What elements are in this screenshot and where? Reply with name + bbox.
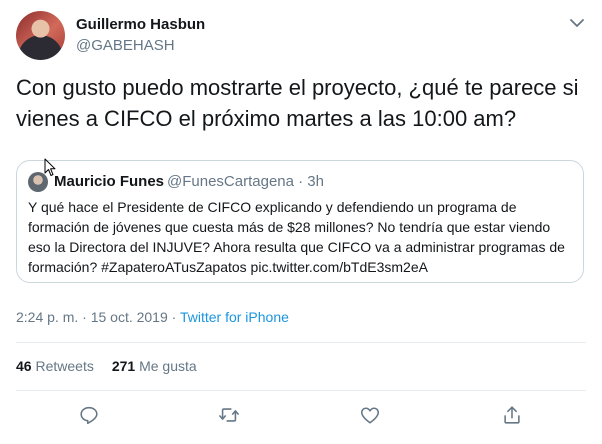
tweet-meta: 2:24 p. m. · 15 oct. 2019 · Twitter for …: [16, 309, 289, 325]
quoted-author-handle: @FunesCartagena · 3h: [167, 173, 324, 190]
tweet-card: Guillermo Hasbun @GABEHASH Con gusto pue…: [0, 0, 602, 444]
source-link[interactable]: Twitter for iPhone: [180, 309, 289, 325]
quoted-author-name: Mauricio Funes: [54, 173, 165, 190]
divider: [16, 390, 586, 391]
divider: [16, 342, 586, 343]
retweets-count: 46: [16, 358, 32, 374]
share-icon: [504, 406, 520, 424]
likes-label: Me gusta: [139, 358, 197, 374]
author-name[interactable]: Guillermo Hasbun: [76, 16, 205, 33]
quoted-tweet-text: Y qué hace el Presidente de CIFCO explic…: [28, 199, 565, 275]
chevron-down-icon[interactable]: [568, 14, 586, 32]
avatar[interactable]: [16, 11, 65, 60]
reply-button[interactable]: [78, 404, 102, 428]
retweets-stat[interactable]: 46 Retweets: [16, 358, 94, 374]
heart-icon: [360, 407, 380, 424]
like-button[interactable]: [359, 404, 383, 428]
retweet-button[interactable]: [218, 404, 242, 428]
quoted-tweet[interactable]: Mauricio Funes @FunesCartagena · 3h Y qu…: [16, 160, 584, 283]
likes-stat[interactable]: 271 Me gusta: [112, 358, 197, 374]
reply-icon: [80, 406, 98, 425]
timestamp[interactable]: 2:24 p. m. · 15 oct. 2019 ·: [16, 309, 180, 325]
author-handle[interactable]: @GABEHASH: [76, 37, 175, 54]
likes-count: 271: [111, 358, 136, 374]
mouse-cursor-icon: [44, 158, 56, 177]
tweet-stats: 46 Retweets 271 Me gusta: [16, 358, 197, 374]
tweet-text: Con gusto puedo mostrarte el proyecto, ¿…: [16, 75, 579, 131]
share-button[interactable]: [501, 404, 525, 428]
retweet-icon: [219, 408, 239, 422]
retweets-label: Retweets: [35, 358, 94, 374]
